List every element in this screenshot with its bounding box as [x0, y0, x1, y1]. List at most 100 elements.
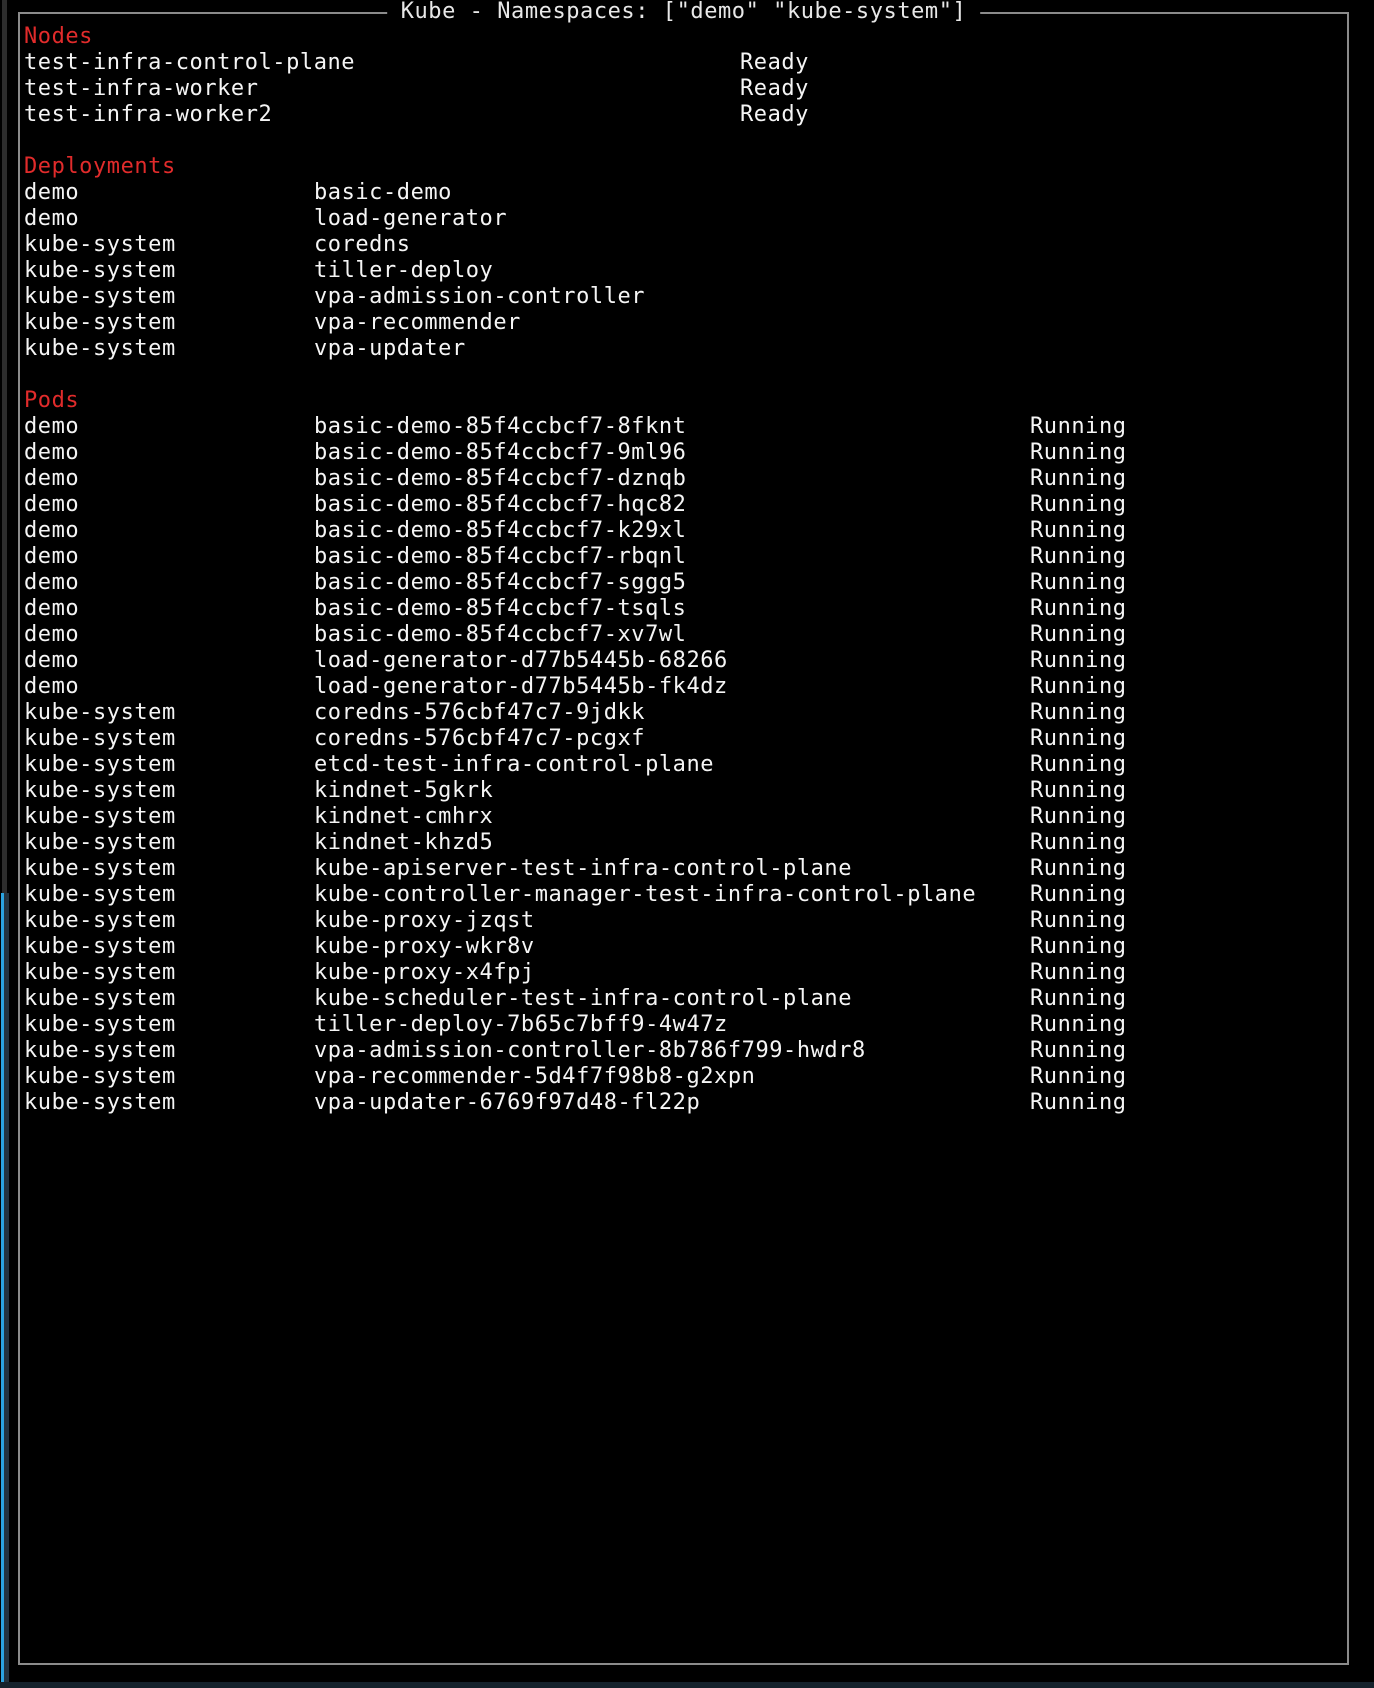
cell-namespace: kube-system	[24, 1038, 176, 1064]
cell-status: Running	[1030, 804, 1127, 830]
scrollbar-lower-track[interactable]	[4, 893, 9, 1688]
cell-status: Running	[1030, 1090, 1127, 1116]
cell-namespace: kube-system	[24, 1090, 176, 1116]
cell-name: coredns-576cbf47c7-9jdkk	[314, 700, 645, 726]
pod-row: demo basic-demo-85f4ccbcf7-k29xl Running	[20, 518, 1347, 544]
cell-name: kube-controller-manager-test-infra-contr…	[314, 882, 976, 908]
cell-status: Running	[1030, 752, 1127, 778]
pod-row: demobasic-demo-85f4ccbcf7-tsqlsRunning	[20, 596, 1347, 622]
pod-row: demoload-generator-d77b5445b-fk4dzRunnin…	[20, 674, 1347, 700]
cell-status: Running	[1030, 596, 1127, 622]
cell-name: basic-demo-85f4ccbcf7-8fknt	[314, 414, 686, 440]
cell-namespace: kube-system	[24, 232, 176, 258]
section-nodes: Nodestest-infra-control-planeReadytest-i…	[20, 24, 1347, 128]
pod-row: kube-system kube-apiserver-test-infra-con…	[20, 856, 1347, 882]
scrollbar-track[interactable]	[2, 0, 7, 893]
deployment-row: kube-system coredns	[20, 232, 1347, 258]
cell-status: Running	[1030, 492, 1127, 518]
cell-name: load-generator	[314, 206, 507, 232]
cell-name: kube-proxy-wkr8v	[314, 934, 535, 960]
cell-namespace: kube-system	[24, 804, 176, 830]
cell-name: vpa-updater	[314, 336, 466, 362]
cell-status: Running	[1030, 830, 1127, 856]
cell-namespace: demo	[24, 570, 79, 596]
cell-status: Running	[1030, 778, 1127, 804]
cell-namespace: demo	[24, 648, 79, 674]
cell-status: Running	[1030, 882, 1127, 908]
cell-status: Running	[1030, 440, 1127, 466]
cell-name: etcd-test-infra-control-plane	[314, 752, 714, 778]
pod-row: kube-systemvpa-admission-controller-8b78…	[20, 1038, 1347, 1064]
cell-status: Running	[1030, 414, 1127, 440]
cell-namespace: demo	[24, 492, 79, 518]
cell-namespace: kube-system	[24, 310, 176, 336]
cell-name: vpa-admission-controller	[314, 284, 645, 310]
cell-status: Running	[1030, 544, 1127, 570]
pod-row: kube-system kube-controller-manager-test-…	[20, 882, 1347, 908]
cell-namespace: kube-system	[24, 1012, 176, 1038]
node-row: test-infra-control-plane Ready	[20, 50, 1347, 76]
cell-status: Running	[1030, 856, 1127, 882]
cell-name: vpa-updater-6769f97d48-fl22p	[314, 1090, 700, 1116]
pod-row: demobasic-demo-85f4ccbcf7-dznqbRunning	[20, 466, 1347, 492]
cell-name: coredns	[314, 232, 411, 258]
cell-name: load-generator-d77b5445b-68266	[314, 648, 728, 674]
cell-namespace: kube-system	[24, 856, 176, 882]
deployment-row: kube-systemtiller-deploy	[20, 258, 1347, 284]
cell-name: basic-demo-85f4ccbcf7-rbqnl	[314, 544, 686, 570]
pod-row: kube-system kube-scheduler-test-infra-con…	[20, 986, 1347, 1012]
cell-namespace: demo	[24, 674, 79, 700]
cell-namespace: kube-system	[24, 882, 176, 908]
section-pods: Podsdemobasic-demo-85f4ccbcf7-8fkntRunni…	[20, 388, 1347, 1116]
cell-name: kube-proxy-jzqst	[314, 908, 535, 934]
cell-name: load-generator-d77b5445b-fk4dz	[314, 674, 728, 700]
pod-row: demobasic-demo-85f4ccbcf7-9ml96Running	[20, 440, 1347, 466]
cell-namespace: demo	[24, 466, 79, 492]
pod-row: kube-systemkindnet-5gkrkRunning	[20, 778, 1347, 804]
cell-status: Ready	[740, 102, 809, 128]
pod-row: kube-systemcoredns-576cbf47c7-9jdkkRunni…	[20, 700, 1347, 726]
cell-namespace: demo	[24, 544, 79, 570]
cell-namespace: kube-system	[24, 986, 176, 1012]
bottom-edge-strip	[0, 1682, 1374, 1688]
pod-row: kube-systemetcd-test-infra-control-plane…	[20, 752, 1347, 778]
cell-status: Running	[1030, 466, 1127, 492]
cell-status: Running	[1030, 1038, 1127, 1064]
cell-name: basic-demo-85f4ccbcf7-tsqls	[314, 596, 686, 622]
deployment-row: kube-systemvpa-recommender	[20, 310, 1347, 336]
deployment-row: kube-systemvpa-admission-controller	[20, 284, 1347, 310]
pod-row: kube-system kube-proxy-x4fpj Running	[20, 960, 1347, 986]
pod-row: demo basic-demo-85f4ccbcf7-8fknt Running	[20, 414, 1347, 440]
deployments-header: Deployments	[20, 154, 1347, 180]
cell-name: basic-demo-85f4ccbcf7-k29xl	[314, 518, 686, 544]
cell-name: kube-proxy-x4fpj	[314, 960, 535, 986]
kube-dashboard-window: Kube - Namespaces: ["demo" "kube-system"…	[18, 12, 1349, 1665]
cell-namespace: demo	[24, 206, 79, 232]
cell-namespace: demo	[24, 180, 79, 206]
cell-status: Running	[1030, 648, 1127, 674]
cell-namespace: demo	[24, 414, 79, 440]
pod-row: kube-systemkube-proxy-wkr8vRunning	[20, 934, 1347, 960]
cell-namespace: demo	[24, 518, 79, 544]
cell-status: Running	[1030, 518, 1127, 544]
cell-name: kube-scheduler-test-infra-control-plane	[314, 986, 852, 1012]
cell-status: Running	[1030, 986, 1127, 1012]
cell-status: Running	[1030, 1012, 1127, 1038]
cell-status: Running	[1030, 700, 1127, 726]
pod-row: kube-systemvpa-recommender-5d4f7f98b8-g2…	[20, 1064, 1347, 1090]
cell-name: vpa-recommender-5d4f7f98b8-g2xpn	[314, 1064, 755, 1090]
cell-name: test-infra-control-plane	[24, 50, 355, 76]
cell-name: test-infra-worker2	[24, 102, 272, 128]
cell-namespace: kube-system	[24, 830, 176, 856]
pod-row: kube-systemkindnet-khzd5Running	[20, 830, 1347, 856]
scrollbar-thumb[interactable]	[1, 893, 4, 1688]
cell-status: Running	[1030, 726, 1127, 752]
cell-namespace: kube-system	[24, 960, 176, 986]
cell-namespace: kube-system	[24, 726, 176, 752]
cell-name: kube-apiserver-test-infra-control-plane	[314, 856, 852, 882]
cell-status: Ready	[740, 50, 809, 76]
cell-status: Running	[1030, 960, 1127, 986]
node-row: test-infra-workerReady	[20, 76, 1347, 102]
pod-row: demobasic-demo-85f4ccbcf7-sggg5Running	[20, 570, 1347, 596]
cell-status: Running	[1030, 908, 1127, 934]
